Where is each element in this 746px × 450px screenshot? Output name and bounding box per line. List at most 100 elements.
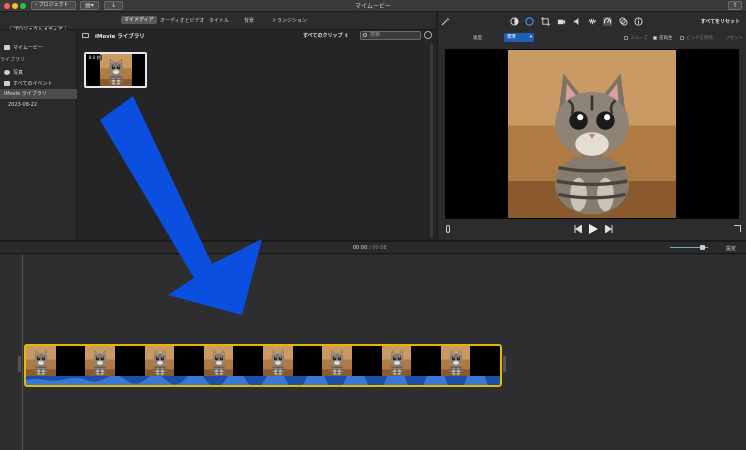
timeline-video-clip[interactable] [24,344,502,387]
clip-left-handle[interactable] [18,356,21,372]
option-label: スムーズ [630,36,648,41]
filmstrip-frame [381,346,412,376]
filmstrip-frame [55,346,86,376]
video-filter-icon[interactable] [619,17,628,26]
speed-reset-button[interactable]: リセット [725,35,743,41]
clip-duration-badge: 8.0 秒 [88,55,102,60]
video-clip-thumbnail[interactable]: 8.0 秒 [84,52,147,88]
share-button[interactable]: ⇧ [728,1,742,10]
cat-frame-image [85,346,116,376]
clip-right-handle[interactable] [503,356,506,372]
speed-icon[interactable] [603,17,612,26]
sidebar-item-label: すべてのイベント [13,81,53,87]
viewer-panel: すべてをリセット 速度: 標準 ▾ スムーズ 逆再生 ピッチを保持 リセット [437,12,746,240]
filmstrip-frame [174,346,205,376]
speed-select[interactable]: 標準 ▾ [504,33,534,42]
time-separator: / [369,245,371,251]
cat-frame-image [203,346,234,376]
timeline-settings-button[interactable]: 設定 [726,245,736,252]
browser-header: iMovie ライブラリ すべてのクリップ ⇕ 検索 [78,30,436,42]
video-preview[interactable] [445,49,739,219]
library-sidebar: マイムービー ライブラリ 写真 すべてのイベント iMovie ライブラリ 20… [0,30,77,240]
preserve-pitch-checkbox[interactable]: ピッチを保持 [680,35,713,41]
play-icon[interactable] [588,223,599,235]
magic-wand-icon[interactable] [441,17,450,26]
sidebar-item-label: 写真 [13,70,24,76]
smooth-checkbox[interactable]: スムーズ [624,35,648,41]
playhead[interactable] [22,255,23,450]
color-balance-icon[interactable] [510,17,519,26]
filmstrip-frame [470,346,500,376]
filmstrip-frame [26,346,56,376]
microphone-icon[interactable] [446,225,450,233]
reverse-checkbox[interactable]: 逆再生 [653,35,673,41]
filmstrip-frame [440,346,471,376]
star-icon [4,81,10,86]
speed-controls: 速度: 標準 ▾ スムーズ 逆再生 ピッチを保持 リセット [438,32,746,44]
option-label: ピッチを保持 [686,36,713,41]
cat-frame-image [381,346,412,376]
sidebar-item-all-events[interactable]: すべてのイベント [0,79,77,89]
cat-frame-image [144,346,175,376]
noise-reduction-icon[interactable] [588,17,597,26]
sidebar-item-photos[interactable]: 写真 [0,68,77,78]
filmstrip-frame [411,346,442,376]
sidebar-item-event-2023-08-22[interactable]: 2023-08-22 [0,100,77,110]
tab-my-media[interactable]: マイメディア [121,16,157,24]
clip-filter-dropdown[interactable]: すべてのクリップ ⇕ [303,32,348,39]
timecode: 00:00 / 00:08 [353,245,387,251]
cat-video-frame [445,49,739,219]
stabilization-icon[interactable] [557,17,566,26]
speed-label: 速度: [473,36,484,41]
browser-title: iMovie ライブラリ [95,34,145,40]
tab-audio-video[interactable]: オーディオとビデオ [160,17,205,24]
film-icon [4,45,10,50]
speed-value: 標準 [507,35,516,40]
info-icon[interactable] [634,17,643,26]
browser-settings-icon[interactable] [424,31,432,39]
filmstrip-frame [144,346,175,376]
window-title: マイムービー [355,3,391,10]
color-correction-icon[interactable] [525,17,534,26]
skip-forward-icon[interactable] [605,225,614,233]
skip-back-icon[interactable] [573,225,582,233]
sidebar-toggle-icon[interactable] [82,33,89,38]
chevron-down-icon: ▾ [529,35,532,40]
cat-frame-image [263,346,293,376]
clip-filter-label: すべてのクリップ [303,33,343,39]
project-timeline[interactable] [0,255,746,450]
chevron-up-down-icon: ⇕ [344,33,349,39]
option-label: 逆再生 [659,36,673,41]
zoom-slider-knob[interactable] [700,245,705,250]
sidebar-item-imovie-library[interactable]: iMovie ライブラリ [0,89,77,99]
sidebar-item-label: 2023-08-22 [8,102,38,108]
photos-icon [4,70,10,75]
current-time: 00:00 [353,245,368,251]
volume-icon[interactable] [573,17,582,26]
search-input[interactable]: 検索 [360,31,421,40]
sidebar-item-label: マイムービー [13,45,43,51]
filmstrip-frame [351,346,382,376]
fullscreen-icon[interactable] [734,225,741,232]
cat-frame-image [440,346,471,376]
sidebar-item-my-movie[interactable]: マイムービー [0,43,77,53]
tab-transitions[interactable]: トランジション [272,17,307,24]
playback-controls [438,220,746,240]
tab-backgrounds[interactable]: 背景 [244,17,254,24]
crop-icon[interactable] [541,17,550,26]
filmstrip-frame [322,346,353,376]
total-time: 00:08 [372,245,387,251]
reset-all-button[interactable]: すべてをリセット [701,18,740,25]
sidebar-section-label: ライブラリ [0,57,26,63]
filmstrip-frame [114,346,145,376]
sidebar-section-libraries: ライブラリ [0,55,77,65]
audio-waveform [26,376,500,385]
filmstrip-frame [233,346,264,376]
browser-scrollbar[interactable] [430,44,433,238]
filmstrip-frame [292,346,323,376]
tab-titles[interactable]: タイトル [209,17,229,24]
share-icon: ⇧ [732,2,738,9]
media-browser: iMovie ライブラリ すべてのクリップ ⇕ 検索 8.0 秒 [78,30,436,240]
search-icon [363,33,367,37]
filmstrip-frame [203,346,234,376]
